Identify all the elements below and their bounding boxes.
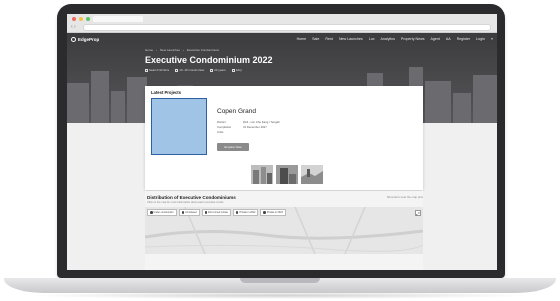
logo-icon bbox=[71, 36, 76, 42]
legend-dot-icon bbox=[181, 211, 185, 214]
nav-analytics[interactable]: Analytics bbox=[381, 37, 395, 41]
map-filter-chips: Under construction Completed ECs turned … bbox=[147, 209, 286, 216]
detail-key: Completion bbox=[217, 125, 232, 129]
meta-item: 20 years bbox=[210, 68, 226, 72]
detail-value: 31 December 2027 bbox=[243, 125, 267, 129]
top-navigation: EdgeProp Home Sale Rent New Launches Lux… bbox=[67, 33, 497, 45]
filter-chip[interactable]: Under construction bbox=[147, 209, 177, 216]
chip-label: Completed bbox=[185, 211, 197, 214]
nav-register[interactable]: Register bbox=[457, 37, 470, 41]
breadcrumb: Home › New Launches › Executive Condomin… bbox=[145, 48, 219, 52]
detail-row: Units bbox=[217, 130, 243, 134]
card-heading: Latest Projects bbox=[151, 90, 182, 95]
chip-label: ECs turned private bbox=[208, 211, 228, 214]
chip-label: Private in 2022 bbox=[239, 211, 256, 214]
meta-item: Search 62 ECs bbox=[145, 68, 169, 72]
detail-value: D24 - Lim Chu Kang / Tengah bbox=[243, 120, 280, 124]
laptop-shadow bbox=[24, 292, 536, 299]
menu-icon[interactable]: ≡ bbox=[491, 37, 493, 41]
nav-agent[interactable]: Agent bbox=[431, 37, 440, 41]
nav-sale[interactable]: Sale bbox=[312, 37, 319, 41]
gallery-photo[interactable] bbox=[301, 165, 323, 184]
meta-label: Search 62 ECs bbox=[149, 68, 170, 72]
project-name[interactable]: Copen Grand bbox=[217, 108, 256, 115]
nav-arrows-icon[interactable]: ‹ › bbox=[71, 24, 76, 31]
expand-icon[interactable]: ⤢ bbox=[415, 210, 421, 216]
laptop-mockup: ‹ › EdgeProp Home Sale Rent New Launches… bbox=[0, 0, 560, 301]
section-subtitle: Click on the map for more information ab… bbox=[147, 201, 224, 204]
address-bar[interactable] bbox=[83, 24, 491, 31]
legend-dot-icon bbox=[204, 211, 208, 214]
meta-label: 20 years bbox=[214, 68, 226, 72]
section-title: Distribution of Executive Condominiums bbox=[147, 195, 236, 200]
meta-label: 10 -15 Condo New bbox=[179, 68, 205, 72]
distribution-section: Distribution of Executive Condominiums C… bbox=[145, 191, 423, 270]
maximize-dot[interactable] bbox=[86, 17, 90, 21]
detail-key: Units bbox=[217, 130, 224, 134]
meta-item[interactable]: FAQ bbox=[231, 68, 242, 72]
hero-meta: Search 62 ECs 10 -15 Condo New 20 years … bbox=[145, 68, 242, 72]
gallery-photo[interactable] bbox=[251, 165, 273, 184]
detail-row: Completion 31 December 2027 bbox=[217, 125, 267, 129]
project-thumbnail[interactable] bbox=[151, 98, 207, 155]
legend-dot-icon bbox=[235, 211, 239, 214]
breadcrumb-sep: › bbox=[156, 48, 158, 52]
detail-row: District D24 - Lim Chu Kang / Tengah bbox=[217, 120, 280, 124]
detail-key: District bbox=[217, 120, 226, 124]
breadcrumb-current: Executive Condominium bbox=[186, 48, 220, 52]
close-dot[interactable] bbox=[72, 17, 76, 21]
nav-rent[interactable]: Rent bbox=[325, 37, 333, 41]
filter-chip[interactable]: Completed bbox=[178, 209, 200, 216]
browser-chrome: ‹ › bbox=[67, 14, 497, 33]
filter-chip[interactable]: Private in 2022 bbox=[232, 209, 259, 216]
breadcrumb-new-launches[interactable]: New Launches bbox=[160, 48, 180, 52]
nav-property-news[interactable]: Property News bbox=[401, 37, 425, 41]
nav-login[interactable]: Login bbox=[476, 37, 485, 41]
faq-icon bbox=[231, 68, 235, 72]
filter-chip[interactable]: Private in 2023 bbox=[260, 209, 286, 216]
nav-font-size[interactable]: AA bbox=[446, 37, 451, 41]
chip-label: Private in 2023 bbox=[266, 211, 283, 214]
nav-home[interactable]: Home bbox=[297, 37, 307, 41]
meta-item: 10 -15 Condo New bbox=[175, 68, 204, 72]
page-title: Executive Condominium 2022 bbox=[145, 55, 273, 65]
logo-text: EdgeProp bbox=[78, 36, 100, 42]
legend-dot-icon bbox=[263, 211, 266, 214]
window-controls bbox=[72, 17, 90, 21]
enquire-button[interactable]: Enquire Now bbox=[217, 143, 249, 151]
latest-projects-card: Latest Projects Copen Grand District D24… bbox=[145, 86, 423, 190]
site-logo[interactable]: EdgeProp bbox=[71, 36, 100, 42]
laptop-screen: ‹ › EdgeProp Home Sale Rent New Launches… bbox=[67, 14, 497, 270]
building-icon bbox=[175, 68, 179, 72]
browser-tab[interactable] bbox=[93, 16, 143, 22]
breadcrumb-home[interactable]: Home bbox=[145, 48, 153, 52]
breadcrumb-sep: › bbox=[182, 48, 184, 52]
project-gallery bbox=[251, 165, 323, 184]
chip-label: Under construction bbox=[153, 211, 174, 214]
minimize-dot[interactable] bbox=[79, 17, 83, 21]
gallery-photo[interactable] bbox=[276, 165, 298, 184]
filter-chip[interactable]: ECs turned private bbox=[201, 209, 231, 216]
map-pins-link[interactable]: Show ECs near the map pins bbox=[387, 195, 423, 199]
search-icon bbox=[145, 68, 148, 72]
legend-dot-icon bbox=[150, 211, 153, 214]
nav-new-launches[interactable]: New Launches bbox=[339, 37, 363, 41]
main-menu: Home Sale Rent New Launches Lux Analytic… bbox=[297, 37, 493, 41]
meta-label: FAQ bbox=[235, 68, 242, 72]
nav-lux[interactable]: Lux bbox=[369, 37, 375, 41]
laptop-notch bbox=[240, 278, 320, 283]
calendar-icon bbox=[210, 68, 214, 72]
ec-map[interactable]: Under construction Completed ECs turned … bbox=[145, 207, 423, 254]
